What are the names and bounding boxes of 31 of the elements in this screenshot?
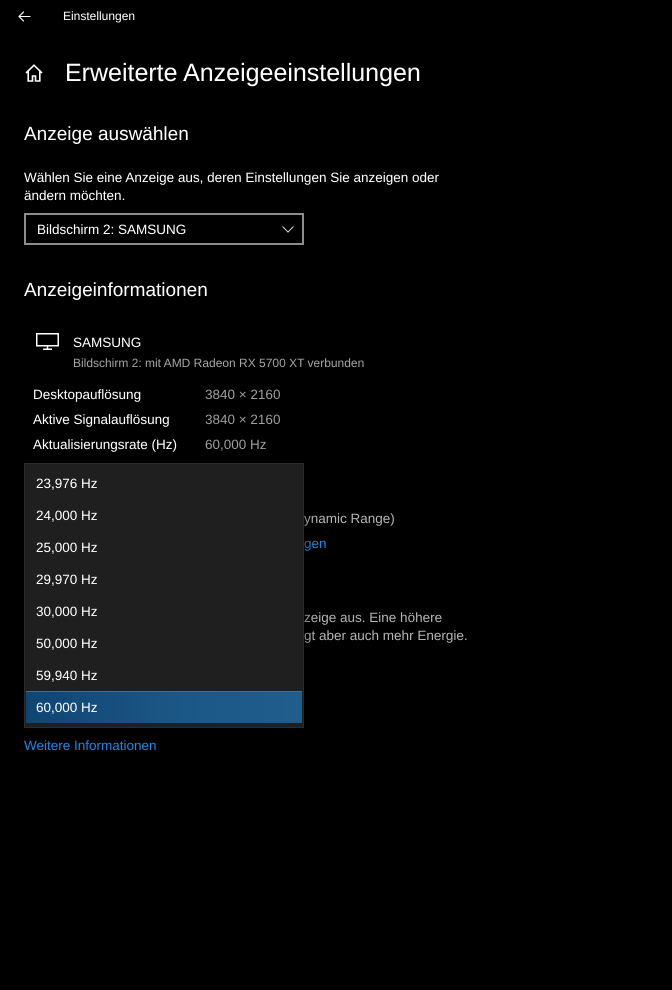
menu-option[interactable]: 60,000 Hz	[26, 691, 302, 723]
menu-option[interactable]: 50,000 Hz	[26, 627, 302, 659]
info-label: Desktopauflösung	[33, 386, 142, 404]
back-icon[interactable]	[18, 10, 31, 22]
display-dropdown[interactable]: Bildschirm 2: SAMSUNG	[24, 213, 304, 245]
info-value: 60,000 Hz	[205, 436, 268, 454]
info-value: 3840 × 2160	[205, 411, 282, 429]
info-label: Aktive Signalauflösung	[33, 411, 171, 429]
menu-option[interactable]: 25,000 Hz	[26, 531, 302, 563]
page-title: Erweiterte Anzeigeeinstellungen	[65, 58, 421, 89]
window-title: Einstellungen	[63, 9, 136, 23]
menu-option[interactable]: 23,976 Hz	[26, 467, 302, 499]
home-icon	[25, 64, 43, 82]
info-label: Aktualisierungsrate (Hz)	[33, 436, 178, 454]
monitor-subtitle: Bildschirm 2: mit AMD Radeon RX 5700 XT verbunden	[73, 355, 364, 372]
setting-text: gt aber auch mehr Energie.	[304, 627, 468, 645]
menu-option[interactable]: 59,940 Hz	[26, 659, 302, 691]
info-value: 3840 × 2160	[205, 386, 282, 404]
chevron-icon	[282, 226, 294, 232]
monitor-name: SAMSUNG	[73, 334, 142, 352]
section-heading: Anzeige auswählen	[24, 123, 190, 147]
settings-link[interactable]: gen	[304, 535, 327, 553]
setting-text: zeige aus. Eine höhere	[304, 609, 442, 627]
menu-option[interactable]: 24,000 Hz	[26, 499, 302, 531]
more-info-link[interactable]: Weitere Informationen	[24, 736, 157, 756]
monitor-icon	[36, 333, 59, 350]
menu-option[interactable]: 29,970 Hz	[26, 563, 302, 595]
description-text: Wählen Sie eine Anzeige aus, deren Einstellungen Sie anzeigen oder ändern möchten.	[24, 169, 440, 205]
setting-text: ynamic Range)	[304, 510, 395, 528]
menu-option[interactable]: 30,000 Hz	[26, 595, 302, 627]
section-heading: Anzeigeinformationen	[24, 279, 209, 303]
